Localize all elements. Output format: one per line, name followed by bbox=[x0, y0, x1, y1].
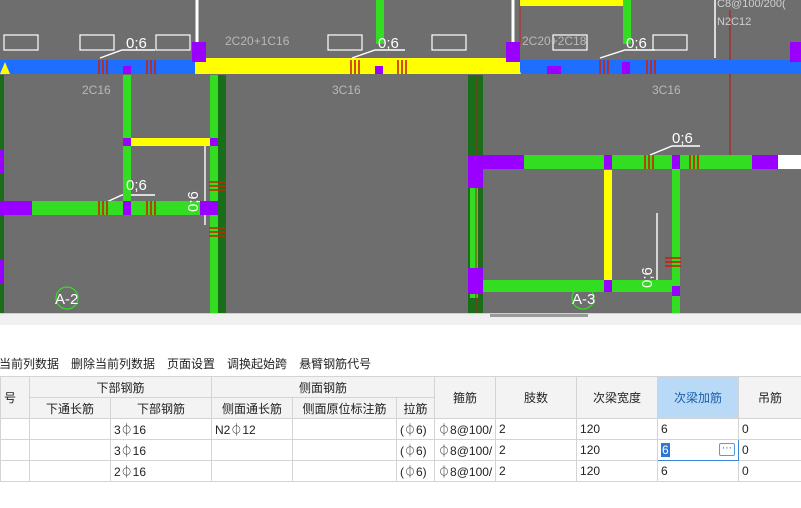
cell-bottom-through[interactable] bbox=[29, 439, 111, 461]
axis-marker-label: A-2 bbox=[55, 291, 78, 308]
subheader-side-through[interactable]: 侧面通长筋 bbox=[211, 397, 294, 419]
cell-hanger[interactable]: 0 bbox=[738, 439, 801, 461]
beam-yellow-main bbox=[195, 58, 520, 74]
insert-column-data-button[interactable]: 入当前列数据 bbox=[0, 355, 59, 372]
cell-secondary-add-editing[interactable]: 6 ⋯ bbox=[657, 439, 740, 461]
cell-hanger[interactable]: 0 bbox=[738, 418, 801, 440]
table-row: 3⏀16 (⏀6) ⏀8@100/ 2 120 6 ⋯ 0 bbox=[0, 439, 801, 461]
swap-start-span-button[interactable]: 调换起始跨 bbox=[227, 355, 287, 372]
cell-secondary-width[interactable]: 120 bbox=[576, 418, 659, 440]
cell-stirrup[interactable]: ⏀8@100/ bbox=[434, 460, 497, 482]
cantilever-code-button[interactable]: 悬臂钢筋代号 bbox=[299, 355, 371, 372]
side-label: 0;6 bbox=[126, 177, 147, 194]
subheader-tie[interactable]: 拉筋 bbox=[396, 397, 436, 419]
cell-side-through[interactable]: N2⏀12 bbox=[211, 418, 294, 440]
cell-stirrup[interactable]: ⏀8@100/ bbox=[434, 418, 497, 440]
beam-label: 3C16 bbox=[652, 83, 681, 97]
cell-legs[interactable]: 2 bbox=[495, 460, 578, 482]
side-label: 0;6 bbox=[639, 267, 656, 288]
cell-bottom-through[interactable] bbox=[29, 460, 111, 482]
top-note: C8@100/200( bbox=[717, 0, 786, 10]
cell-bottom[interactable]: 3⏀16 bbox=[109, 418, 213, 440]
header-legs[interactable]: 肢数 bbox=[495, 376, 578, 419]
cell-secondary-width[interactable]: 120 bbox=[576, 460, 659, 482]
cell-secondary-add[interactable]: 6 bbox=[657, 460, 740, 482]
cell-secondary-add[interactable]: 6 bbox=[657, 418, 740, 440]
side-label: 0;6 bbox=[126, 35, 147, 52]
side-label: 0;6 bbox=[672, 130, 693, 147]
beam-layout-drawing[interactable]: 2C20+1C16 2C20+2C18 2C16 3C16 3C16 0;6 0… bbox=[0, 0, 801, 313]
cell-side-orig[interactable] bbox=[292, 460, 398, 482]
cell-bottom[interactable]: 3⏀16 bbox=[109, 439, 213, 461]
axis-marker-label: A-3 bbox=[572, 291, 595, 308]
subheader-side-orig[interactable]: 侧面原位标注筋 bbox=[292, 397, 398, 419]
drawing-canvas[interactable]: 2C20+1C16 2C20+2C18 2C16 3C16 3C16 0;6 0… bbox=[0, 0, 801, 313]
side-label: 0;6 bbox=[626, 35, 647, 52]
cell-tie[interactable]: (⏀6) bbox=[396, 460, 436, 482]
top-note: N2C12 bbox=[717, 16, 751, 28]
cell-no[interactable] bbox=[0, 439, 30, 461]
cell-tie[interactable]: (⏀6) bbox=[396, 439, 436, 461]
header-secondary-width[interactable]: 次梁宽度 bbox=[576, 376, 659, 419]
beam-segment bbox=[604, 170, 612, 285]
header-secondary-add[interactable]: 次梁加筋 bbox=[657, 376, 740, 419]
cell-side-through[interactable] bbox=[211, 439, 294, 461]
header-hanger[interactable]: 吊筋 bbox=[738, 376, 801, 419]
cell-bottom[interactable]: 2⏀16 bbox=[109, 460, 213, 482]
cell-stirrup[interactable]: ⏀8@100/ bbox=[434, 439, 497, 461]
page-setup-button[interactable]: 页面设置 bbox=[167, 355, 215, 372]
beam-label: 2C20+1C16 bbox=[225, 34, 290, 48]
cell-tie[interactable]: (⏀6) bbox=[396, 418, 436, 440]
beam-segment bbox=[520, 0, 624, 6]
cell-secondary-width[interactable]: 120 bbox=[576, 439, 659, 461]
header-row-number[interactable]: 号 bbox=[0, 376, 30, 419]
cell-hanger[interactable]: 0 bbox=[738, 460, 801, 482]
subheader-bottom-through[interactable]: 下通长筋 bbox=[29, 397, 111, 419]
beam-blue-left bbox=[0, 60, 200, 74]
beam-label: 3C16 bbox=[332, 83, 361, 97]
table-row: 2⏀16 (⏀6) ⏀8@100/ 2 120 6 0 bbox=[0, 460, 801, 482]
cell-no[interactable] bbox=[0, 418, 30, 440]
beam-segment bbox=[131, 138, 211, 146]
cell-side-orig[interactable] bbox=[292, 418, 398, 440]
subheader-bottom[interactable]: 下部钢筋 bbox=[109, 397, 213, 419]
rebar-grid: 号 下部钢筋 侧面钢筋 箍筋 肢数 次梁宽度 次梁加筋 吊筋 下通长筋 下部钢筋… bbox=[0, 376, 801, 482]
cell-edit-value[interactable]: 6 bbox=[661, 443, 670, 457]
cell-bottom-through[interactable] bbox=[29, 418, 111, 440]
header-stirrup[interactable]: 箍筋 bbox=[434, 376, 497, 419]
beam-blue-right bbox=[520, 60, 801, 74]
cell-legs[interactable]: 2 bbox=[495, 439, 578, 461]
cell-no[interactable] bbox=[0, 460, 30, 482]
table-row: 3⏀16 N2⏀12 (⏀6) ⏀8@100/ 2 120 6 0 bbox=[0, 418, 801, 440]
splitter-grip[interactable] bbox=[490, 314, 588, 317]
cell-side-orig[interactable] bbox=[292, 439, 398, 461]
beam-segment bbox=[210, 75, 218, 313]
side-label: 0;6 bbox=[378, 35, 399, 52]
header-bottom-rebar[interactable]: 下部钢筋 bbox=[28, 376, 213, 398]
rebar-table-panel: 入当前列数据 删除当前列数据 页面设置 调换起始跨 悬臂钢筋代号 号 下部钢筋 … bbox=[0, 325, 801, 508]
panel-splitter[interactable] bbox=[0, 313, 801, 325]
side-label: 0;6 bbox=[185, 191, 202, 212]
cell-legs[interactable]: 2 bbox=[495, 418, 578, 440]
table-toolbar: 入当前列数据 删除当前列数据 页面设置 调换起始跨 悬臂钢筋代号 bbox=[0, 353, 383, 373]
delete-column-data-button[interactable]: 删除当前列数据 bbox=[71, 355, 155, 372]
header-side-rebar[interactable]: 侧面钢筋 bbox=[211, 376, 436, 398]
cell-side-through[interactable] bbox=[211, 460, 294, 482]
beam-label: 2C16 bbox=[82, 83, 111, 97]
beam-label: 2C20+2C18 bbox=[522, 34, 587, 48]
more-options-button[interactable]: ⋯ bbox=[719, 443, 736, 456]
